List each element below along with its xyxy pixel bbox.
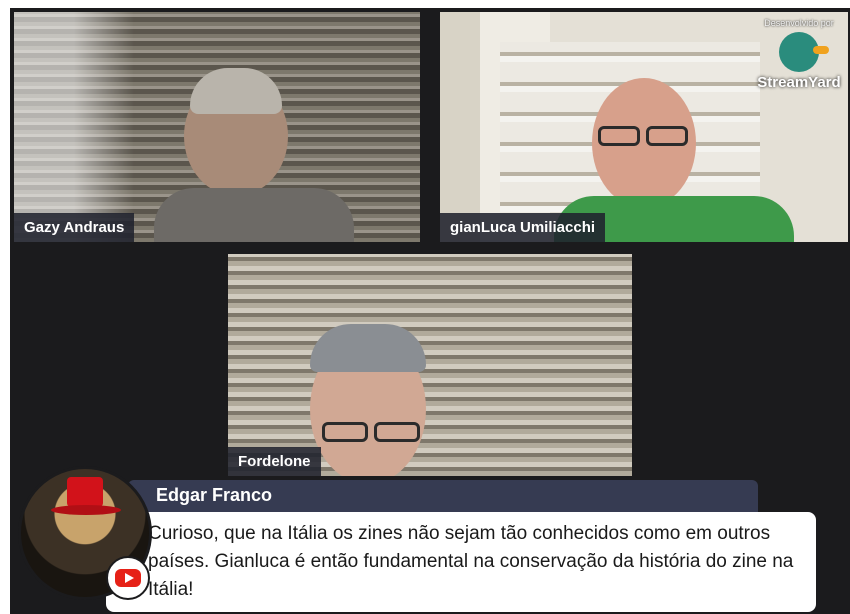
hat-brim bbox=[51, 505, 121, 515]
participant-glasses bbox=[322, 422, 368, 442]
participant-shirt bbox=[154, 188, 354, 242]
streamyard-wordmark: StreamYard bbox=[757, 74, 841, 91]
youtube-icon bbox=[106, 556, 150, 600]
participant-tile-gianluca[interactable]: Desenvolvido por StreamYard gianLuca Umi… bbox=[440, 12, 848, 242]
participant-glasses bbox=[598, 126, 640, 146]
participant-hair bbox=[310, 324, 426, 372]
participant-glasses bbox=[374, 422, 420, 442]
developed-by-label: Desenvolvido por bbox=[764, 18, 834, 28]
streamyard-branding: Desenvolvido por StreamYard bbox=[754, 18, 844, 91]
comment-text: Curioso, que na Itália os zines não seja… bbox=[148, 523, 794, 600]
comment-author: Edgar Franco bbox=[128, 480, 758, 512]
hat bbox=[67, 477, 103, 507]
participant-glasses bbox=[646, 126, 688, 146]
participant-name-tag: Gazy Andraus bbox=[14, 213, 135, 242]
participant-tile-gazy[interactable]: Gazy Andraus bbox=[14, 12, 420, 242]
participant-name-tag: gianLuca Umiliacchi bbox=[440, 213, 606, 242]
participant-tile-fordelone[interactable]: Fordelone bbox=[228, 254, 632, 476]
video-feed bbox=[228, 254, 632, 476]
streamyard-duck-icon bbox=[779, 32, 829, 72]
participant-name-tag: Fordelone bbox=[228, 447, 321, 476]
comment-card: Curioso, que na Itália os zines não seja… bbox=[106, 512, 816, 612]
